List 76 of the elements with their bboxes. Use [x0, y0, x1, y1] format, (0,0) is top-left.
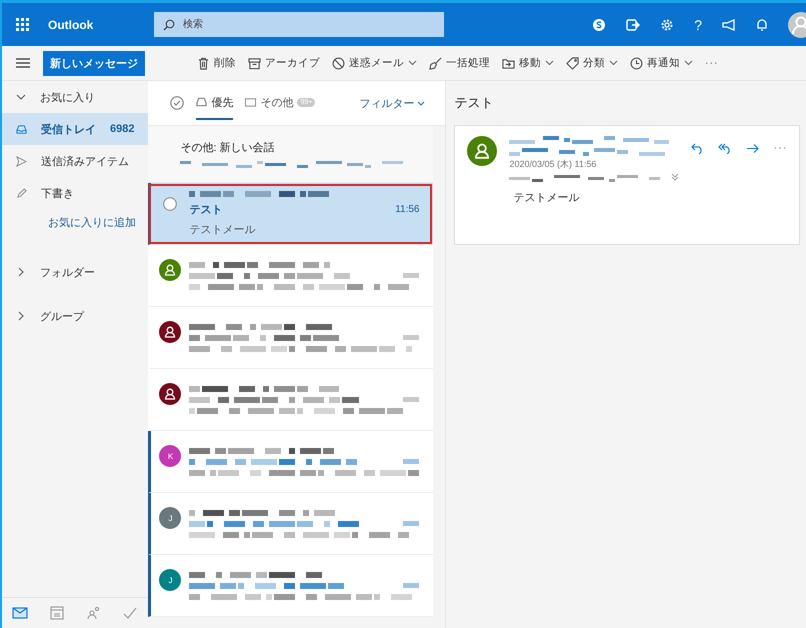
bell-icon[interactable] — [756, 18, 768, 32]
mail-icon[interactable] — [12, 606, 28, 620]
folder-item[interactable]: 受信トレイ 6982 — [2, 113, 148, 145]
avatar-initial: K — [159, 445, 182, 467]
message-item[interactable] — [148, 307, 434, 369]
avatar-initial: J — [159, 507, 182, 529]
trash-icon — [197, 56, 210, 70]
select-all-icon[interactable] — [170, 96, 184, 110]
forward-icon[interactable] — [746, 142, 760, 154]
favorites-header[interactable]: お気に入り — [2, 81, 148, 113]
message-item[interactable] — [148, 369, 434, 431]
more-button[interactable]: ··· — [705, 55, 718, 71]
blurred-time-drawing — [403, 397, 420, 402]
inbox-icon — [196, 97, 208, 107]
calendar-icon[interactable] — [48, 606, 65, 620]
blurred-time-drawing — [403, 521, 420, 526]
unread-count: 6982 — [110, 123, 134, 135]
search-field[interactable]: 検索 — [154, 12, 444, 37]
toolbar-button[interactable]: 移動 — [502, 54, 554, 72]
search-icon — [163, 19, 175, 31]
inbox-icon — [16, 124, 27, 134]
message-item[interactable] — [148, 245, 434, 307]
message-item[interactable]: K — [148, 431, 434, 493]
add-favorite-link[interactable]: お気に入りに追加 — [2, 209, 136, 236]
blurred-time-drawing — [403, 583, 420, 588]
people-icon[interactable] — [86, 606, 102, 620]
blurred-time-drawing — [403, 459, 420, 464]
folder-item[interactable]: 送信済みアイテム — [2, 145, 148, 177]
toolbar-button[interactable]: 分類 — [566, 54, 618, 72]
message-subject: テスト — [189, 202, 222, 216]
pencil-icon — [16, 188, 27, 198]
toolbar-button[interactable]: 再通知 — [630, 54, 693, 72]
settings-icon[interactable] — [660, 18, 674, 32]
send-icon — [16, 156, 27, 166]
message-preview: テストメール — [189, 222, 256, 236]
chevron-down-icon — [417, 100, 426, 106]
megaphone-icon[interactable] — [722, 18, 736, 30]
select-radio-icon[interactable] — [163, 197, 178, 211]
message-time: 11:56 — [395, 204, 420, 214]
filter-button[interactable]: フィルター — [353, 94, 432, 112]
skype-icon[interactable] — [592, 18, 606, 32]
blurred-time-drawing — [403, 273, 420, 278]
folder-item[interactable]: 下書き — [2, 177, 148, 209]
toolbar-button[interactable]: アーカイブ — [248, 54, 320, 72]
help-button[interactable]: ? — [694, 16, 702, 32]
message-item[interactable]: J — [148, 555, 434, 617]
archive-icon — [248, 56, 261, 70]
broom-icon — [429, 56, 442, 70]
message-item[interactable]: テスト 11:56 テストメール — [148, 183, 434, 245]
reply-all-icon[interactable] — [718, 142, 732, 154]
more-button[interactable]: ··· — [773, 142, 788, 154]
toolbar-button[interactable]: 削除 — [197, 54, 236, 72]
message-item[interactable]: J — [148, 493, 434, 555]
message-body: テストメール — [513, 191, 580, 205]
section-header[interactable]: グループ — [2, 294, 148, 338]
reply-icon[interactable] — [691, 142, 704, 154]
inbox-tab[interactable]: 優先 — [196, 86, 234, 120]
tag-icon — [566, 56, 579, 70]
mail-icon — [245, 98, 256, 106]
blurred-time-drawing — [403, 335, 420, 340]
avatar-initial: J — [159, 569, 182, 591]
share-icon[interactable] — [626, 18, 640, 32]
folder-icon — [502, 56, 515, 70]
clock-icon — [630, 56, 643, 70]
message-date: 2020/03/05 (木) 11:56 — [509, 158, 598, 171]
toolbar-button[interactable]: 迷惑メール — [332, 54, 417, 72]
menu-icon[interactable] — [16, 57, 30, 69]
app-name[interactable]: Outlook — [48, 18, 154, 32]
toolbar-button[interactable]: 一括処理 — [429, 54, 490, 72]
block-icon — [332, 56, 345, 70]
avatar-person-icon — [467, 136, 498, 166]
app-launcher-icon[interactable] — [16, 18, 30, 32]
reading-subject: テスト — [454, 94, 494, 112]
checkmark-icon[interactable] — [122, 606, 138, 620]
new-message-button[interactable]: 新しいメッセージ — [43, 50, 145, 76]
section-header[interactable]: フォルダー — [2, 250, 148, 294]
